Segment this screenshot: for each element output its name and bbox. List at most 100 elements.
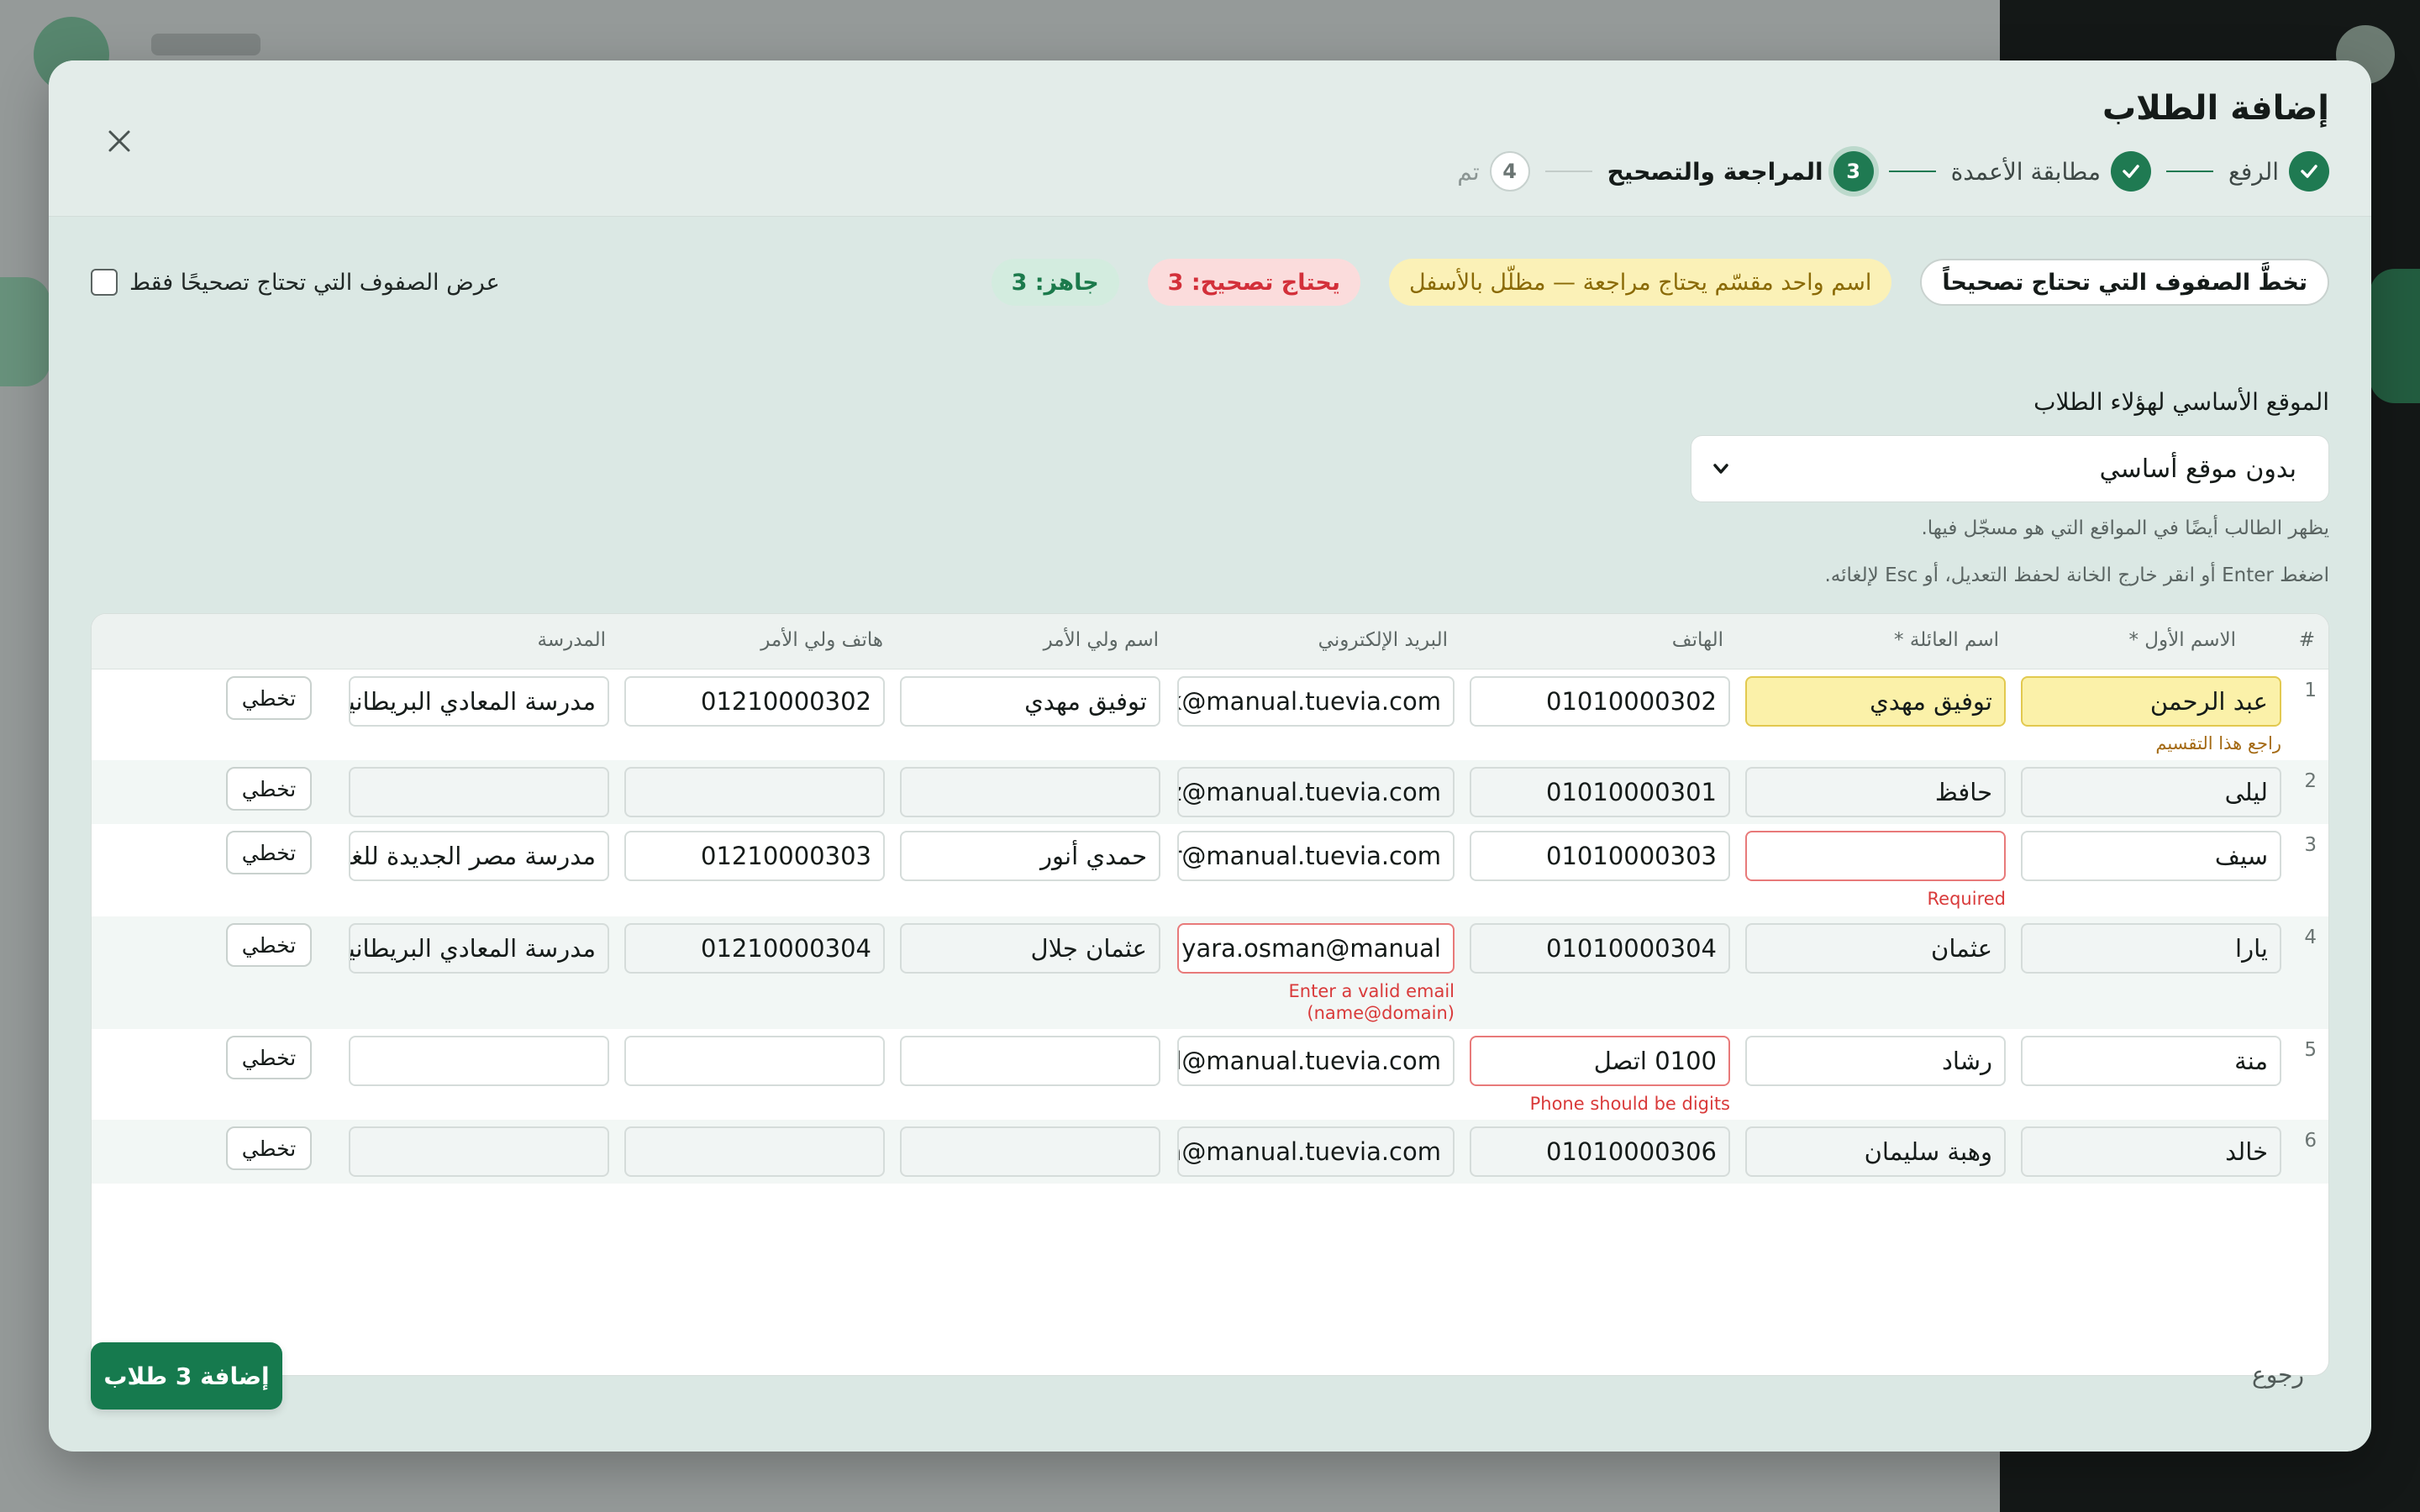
last-name-field[interactable]	[1745, 831, 2006, 881]
primary-site-select[interactable]: بدون موقع أساسي	[1691, 435, 2329, 502]
students-table: # الاسم الأول * اسم العائلة * الهاتف الب…	[91, 613, 2329, 1376]
email-field[interactable]: saif.anwar@manual.tuevia.com	[1177, 831, 1455, 881]
first-name-field[interactable]: عبد الرحمن	[2021, 676, 2281, 727]
back-button[interactable]: رجوع	[2252, 1361, 2304, 1389]
show-only-label: عرض الصفوف التي تحتاج تصحيحًا فقط	[129, 269, 500, 296]
guardian-phone-field[interactable]	[624, 1126, 885, 1177]
row-number: 4	[2304, 927, 2317, 948]
step-mapping: مطابقة الأعمدة	[1951, 151, 2151, 192]
stepper: الرفع مطابقة الأعمدة 3 المراجعة والتصحيح…	[1457, 148, 2329, 195]
step-upload: الرفع	[2228, 151, 2329, 192]
phone-field[interactable]: 01010000304	[1470, 923, 1730, 974]
last-name-field[interactable]: عثمان	[1745, 923, 2006, 974]
guardian-phone-field[interactable]	[624, 767, 885, 817]
guardian-name-field[interactable]: عثمان جلال	[900, 923, 1160, 974]
last-name-field[interactable]: وهبة سليمان	[1745, 1126, 2006, 1177]
step-connector	[2165, 171, 2213, 172]
first-name-field[interactable]: سيف	[2021, 831, 2281, 881]
email-field[interactable]: menna.rashad@manual.tuevia.com	[1177, 1036, 1455, 1086]
primary-site-hint: يظهر الطالب أيضًا في المواقع التي هو مسج…	[1921, 517, 2329, 539]
col-num: #	[2298, 629, 2315, 651]
close-icon	[108, 130, 130, 152]
backdrop-accent-right	[2370, 269, 2420, 403]
skip-row-button[interactable]: تخطي	[226, 831, 312, 874]
col-last-name: اسم العائلة *	[1894, 629, 1999, 651]
split-review-note: راجع هذا التقسيم	[2155, 733, 2281, 753]
step-connector	[1544, 171, 1592, 172]
primary-site-label: الموقع الأساسي لهؤلاء الطلاب	[2033, 388, 2329, 416]
first-name-field[interactable]: ليلى	[2021, 767, 2281, 817]
skip-rows-button[interactable]: تخطَّ الصفوف التي تحتاج تصحيحاً	[1920, 259, 2329, 306]
last-name-field[interactable]: توفيق مهدي	[1745, 676, 2006, 727]
edit-hint: اضغط Enter أو انقر خارج الخانة لحفظ التع…	[1824, 564, 2329, 586]
chevron-down-icon	[1713, 464, 1728, 474]
close-button[interactable]	[101, 123, 138, 160]
step-label: مطابقة الأعمدة	[1950, 157, 2101, 186]
step-label: الرفع	[2228, 157, 2279, 186]
guardian-phone-field[interactable]	[624, 1036, 885, 1086]
skip-row-button[interactable]: تخطي	[226, 767, 312, 811]
check-icon	[2289, 151, 2329, 192]
step-connector	[1888, 171, 1936, 172]
row-number: 6	[2304, 1130, 2317, 1152]
step-number: 4	[1489, 151, 1530, 192]
step-label: المراجعة والتصحيح	[1607, 157, 1823, 186]
last-name-field[interactable]: حافظ	[1745, 767, 2006, 817]
modal-title: إضافة الطلاب	[2102, 89, 2329, 128]
school-field[interactable]: مدرسة المعادي البريطانية	[349, 676, 609, 727]
email-field[interactable]: yara.osman@manual	[1177, 923, 1455, 974]
step-label: تم	[1457, 157, 1480, 186]
table-row: 5 منة رشاد 0100 اتصل menna.rashad@manual…	[92, 1029, 2328, 1120]
modal-header: إضافة الطلاب الرفع مطابقة الأعمدة 3 المر…	[49, 60, 2371, 217]
guardian-phone-field[interactable]: 01210000302	[624, 676, 885, 727]
guardian-name-field[interactable]	[900, 1036, 1160, 1086]
school-field[interactable]	[349, 1126, 609, 1177]
step-number: 3	[1833, 151, 1874, 192]
show-only-checkbox[interactable]	[91, 269, 118, 296]
email-field[interactable]: leila.hafez@manual.tuevia.com	[1177, 767, 1455, 817]
email-field[interactable]: tawfik@manual.tuevia.com	[1177, 676, 1455, 727]
last-name-field[interactable]: رشاد	[1745, 1036, 2006, 1086]
guardian-name-field[interactable]: توفيق مهدي	[900, 676, 1160, 727]
first-name-field[interactable]: منة	[2021, 1036, 2281, 1086]
split-name-warning: اسم واحد مقسّم يحتاج مراجعة — مظلّل بالأ…	[1388, 259, 1892, 306]
col-school: المدرسة	[537, 629, 606, 651]
guardian-phone-field[interactable]: 01210000303	[624, 831, 885, 881]
school-field[interactable]	[349, 1036, 609, 1086]
table-row: 6 خالد وهبة سليمان 01010000306 khaled.wa…	[92, 1120, 2328, 1184]
check-icon	[2110, 151, 2151, 192]
school-field[interactable]	[349, 767, 609, 817]
row-number: 2	[2304, 770, 2317, 792]
table-row: 3 سيف 01010000303 saif.anwar@manual.tuev…	[92, 824, 2328, 916]
ready-count-badge: جاهز: 3	[991, 259, 1119, 306]
phone-field[interactable]: 01010000303	[1470, 831, 1730, 881]
guardian-name-field[interactable]	[900, 1126, 1160, 1177]
show-only-toggle[interactable]: عرض الصفوف التي تحتاج تصحيحًا فقط	[91, 259, 500, 306]
skip-row-button[interactable]: تخطي	[226, 1126, 312, 1170]
guardian-phone-field[interactable]: 01210000304	[624, 923, 885, 974]
phone-field[interactable]: 01010000302	[1470, 676, 1730, 727]
step-review: 3 المراجعة والتصحيح	[1607, 151, 1874, 192]
required-error: Required	[1927, 889, 2006, 909]
first-name-field[interactable]: خالد	[2021, 1126, 2281, 1177]
skip-row-button[interactable]: تخطي	[226, 676, 312, 720]
first-name-field[interactable]: يارا	[2021, 923, 2281, 974]
backdrop-accent-left	[0, 277, 50, 386]
table-header: # الاسم الأول * اسم العائلة * الهاتف الب…	[92, 614, 2328, 669]
phone-error: Phone should be digits	[1529, 1094, 1730, 1114]
email-field[interactable]: khaled.wahba@manual.tuevia.com	[1177, 1126, 1455, 1177]
phone-field[interactable]: 01010000301	[1470, 767, 1730, 817]
guardian-name-field[interactable]	[900, 767, 1160, 817]
email-error: Enter a valid email (name@domain)	[1288, 981, 1455, 1024]
summary-bar: جاهز: 3 يحتاج تصحيح: 3 اسم واحد مقسّم يح…	[991, 259, 2329, 306]
school-field[interactable]: مدرسة مصر الجديدة للغات	[349, 831, 609, 881]
row-number: 1	[2304, 680, 2317, 701]
skip-row-button[interactable]: تخطي	[226, 923, 312, 967]
school-field[interactable]: مدرسة المعادي البريطانية	[349, 923, 609, 974]
phone-field[interactable]: 01010000306	[1470, 1126, 1730, 1177]
guardian-name-field[interactable]: حمدي أنور	[900, 831, 1160, 881]
add-students-button[interactable]: إضافة 3 طلاب	[91, 1342, 282, 1410]
skip-row-button[interactable]: تخطي	[226, 1036, 312, 1079]
primary-site-value: بدون موقع أساسي	[2099, 454, 2296, 484]
phone-field[interactable]: 0100 اتصل	[1470, 1036, 1730, 1086]
